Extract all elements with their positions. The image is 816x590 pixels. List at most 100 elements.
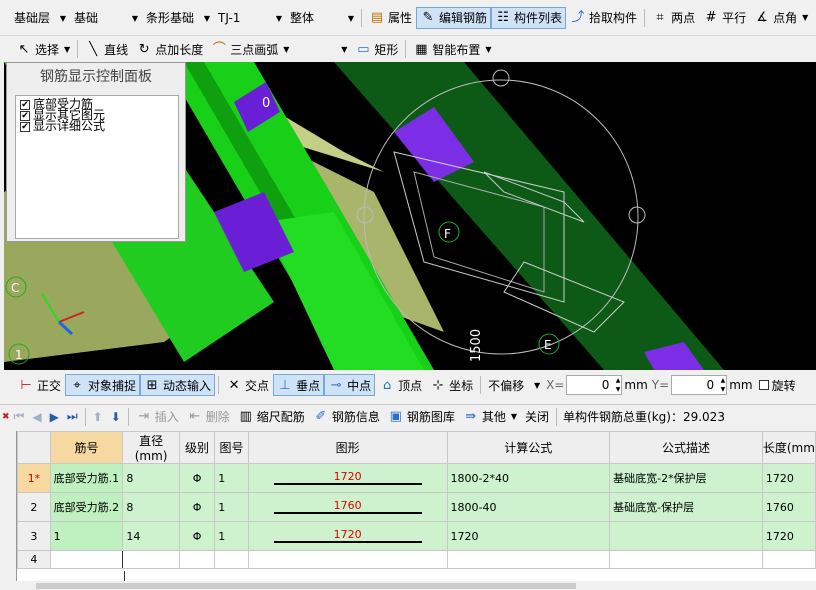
dynamic-input-button[interactable]: ⊞ 动态输入 bbox=[140, 374, 216, 396]
table-row[interactable]: 3 1 14 Φ 1 1720 1720 1720 bbox=[17, 521, 816, 551]
point-length-button[interactable]: ↻ 点加长度 bbox=[132, 38, 207, 60]
cell-name[interactable]: 底部受力筋.2 bbox=[49, 492, 124, 522]
move-up-button[interactable]: ⬆ bbox=[89, 406, 107, 428]
cell-length[interactable]: 1720 bbox=[761, 521, 816, 551]
x-input[interactable]: 0 ▲ ▼ bbox=[566, 375, 623, 395]
point-angle-button[interactable]: ∡ 点角 ▼ bbox=[750, 7, 812, 29]
ortho-button[interactable]: ⊢ 正交 bbox=[14, 374, 65, 396]
cell-length[interactable] bbox=[761, 550, 816, 569]
cell-figure[interactable] bbox=[214, 550, 249, 569]
cell-figure[interactable]: 1 bbox=[214, 521, 249, 551]
table-row[interactable]: 4 bbox=[17, 550, 816, 569]
cell-formula[interactable]: 1800-40 bbox=[446, 492, 611, 522]
coordinate-button[interactable]: ⊹ 坐标 bbox=[426, 374, 477, 396]
object-snap-button[interactable]: ⌖ 对象捕捉 bbox=[65, 374, 141, 396]
scope-select[interactable]: 整体 ▼ bbox=[286, 7, 358, 29]
table-row[interactable]: 1* 底部受力筋.1 8 Φ 1 1720 1800-2*40 基础底宽-2*保… bbox=[17, 463, 816, 493]
horizontal-scrollbar[interactable] bbox=[16, 581, 816, 590]
checkbox-checked-icon[interactable]: ✔ bbox=[20, 121, 30, 132]
spinner-icon[interactable]: ▲ ▼ bbox=[616, 376, 621, 394]
table-row[interactable]: 2 底部受力筋.2 8 Φ 1 1760 1800-40 基础底宽-保护层 17… bbox=[17, 492, 816, 522]
spinner-icon[interactable]: ▲ ▼ bbox=[721, 376, 726, 394]
cell-shape[interactable]: 1760 bbox=[247, 492, 448, 522]
col-header-shape[interactable]: 图形 bbox=[247, 431, 448, 464]
midpoint-button[interactable]: ⊸ 中点 bbox=[324, 374, 376, 396]
prev-record-button[interactable]: ◀ bbox=[28, 406, 45, 428]
cell-shape[interactable]: 1720 bbox=[247, 463, 448, 493]
cell-diameter[interactable] bbox=[122, 550, 180, 569]
cell-figure[interactable]: 1 bbox=[214, 492, 249, 522]
col-header-diameter[interactable]: 直径(mm) bbox=[122, 431, 180, 464]
rotate-checkbox[interactable] bbox=[758, 380, 769, 390]
offset-select[interactable]: 不偏移 ▼ bbox=[484, 374, 544, 396]
cell-desc[interactable] bbox=[609, 521, 763, 551]
other-button[interactable]: ⇛ 其他 ▼ bbox=[459, 406, 521, 428]
line-button[interactable]: ╲ 直线 bbox=[81, 38, 132, 60]
move-down-button[interactable]: ⬇ bbox=[107, 406, 125, 428]
cell-name[interactable]: 1 bbox=[49, 521, 124, 551]
cell-name[interactable] bbox=[49, 550, 124, 569]
arc-button[interactable]: ⌒ 三点画弧 ▼ bbox=[207, 38, 293, 60]
cell-shape[interactable]: 1720 bbox=[247, 521, 448, 551]
rect-button[interactable]: ▭ 矩形 bbox=[351, 38, 402, 60]
col-header-formula[interactable]: 计算公式 bbox=[446, 431, 611, 464]
rebar-library-button[interactable]: ▣ 钢筋图库 bbox=[384, 406, 459, 428]
option-show-formula[interactable]: ✔ 显示详细公式 bbox=[20, 120, 174, 132]
cell-formula[interactable]: 1720 bbox=[446, 521, 611, 551]
vertex-button[interactable]: ⌂ 顶点 bbox=[375, 374, 426, 396]
y-value: 0 bbox=[706, 378, 715, 392]
parallel-button[interactable]: # 平行 bbox=[699, 7, 750, 29]
floor-select[interactable]: 基础层 ▼ bbox=[10, 7, 70, 29]
cell-desc[interactable]: 基础底宽-2*保护层 bbox=[609, 463, 763, 493]
row-number: 3 bbox=[17, 521, 51, 551]
cell-diameter[interactable]: 14 bbox=[122, 521, 180, 551]
first-record-button[interactable]: ⏮ bbox=[10, 406, 29, 428]
edit-rebar-button[interactable]: ✎ 编辑钢筋 bbox=[416, 6, 492, 29]
member-list-button[interactable]: ☷ 构件列表 bbox=[491, 6, 567, 29]
perpendicular-button[interactable]: ⊥ 垂点 bbox=[273, 374, 325, 396]
properties-button[interactable]: ▤ 属性 bbox=[365, 7, 416, 29]
cell-desc[interactable] bbox=[609, 550, 763, 569]
last-record-button[interactable]: ⏭ bbox=[63, 406, 82, 428]
blank-select[interactable]: ▼ bbox=[293, 38, 351, 60]
close-small-icon[interactable]: ✖ bbox=[2, 412, 10, 422]
cell-grade[interactable]: Φ bbox=[178, 521, 216, 551]
two-points-button[interactable]: ⌗ 两点 bbox=[648, 7, 699, 29]
scrollbar-thumb[interactable] bbox=[36, 583, 576, 589]
cell-formula[interactable] bbox=[446, 550, 611, 569]
category-select[interactable]: 基础 ▼ bbox=[70, 7, 142, 29]
cell-grade[interactable]: Φ bbox=[178, 463, 216, 493]
checkbox-checked-icon[interactable]: ✔ bbox=[20, 110, 30, 121]
col-header-desc[interactable]: 公式描述 bbox=[609, 431, 763, 464]
cell-diameter[interactable]: 8 bbox=[122, 463, 180, 493]
cell-grade[interactable]: Φ bbox=[178, 492, 216, 522]
cell-formula[interactable]: 1800-2*40 bbox=[446, 463, 611, 493]
intersect-button[interactable]: ✕ 交点 bbox=[222, 374, 273, 396]
col-header-figure[interactable]: 图号 bbox=[214, 431, 249, 464]
cell-shape[interactable] bbox=[247, 550, 448, 569]
type-select[interactable]: 条形基础 ▼ bbox=[142, 7, 214, 29]
scale-rebar-button[interactable]: ▥ 缩尺配筋 bbox=[234, 406, 309, 428]
select-button[interactable]: ↖ 选择 ▼ bbox=[12, 38, 74, 60]
delete-button[interactable]: ⇤ 删除 bbox=[183, 406, 234, 428]
cell-diameter[interactable]: 8 bbox=[122, 492, 180, 522]
cell-figure[interactable]: 1 bbox=[214, 463, 249, 493]
close-button[interactable]: 关闭 bbox=[521, 406, 553, 428]
col-header-name[interactable]: 筋号 bbox=[49, 431, 124, 464]
cell-desc[interactable]: 基础底宽-保护层 bbox=[609, 492, 763, 522]
rebar-info-button[interactable]: ✐ 钢筋信息 bbox=[309, 406, 384, 428]
pick-member-button[interactable]: ⤴ 拾取构件 bbox=[566, 7, 641, 29]
col-header-grade[interactable]: 级别 bbox=[178, 431, 216, 464]
cell-grade[interactable] bbox=[178, 550, 216, 569]
col-header-length[interactable]: 长度(mm bbox=[761, 431, 816, 464]
cell-name[interactable]: 底部受力筋.1 bbox=[49, 463, 124, 493]
y-input[interactable]: 0 ▲ ▼ bbox=[671, 375, 728, 395]
next-record-button[interactable]: ▶ bbox=[46, 406, 63, 428]
chevron-down-icon: ▼ bbox=[59, 13, 66, 23]
cell-length[interactable]: 1720 bbox=[761, 463, 816, 493]
cell-length[interactable]: 1760 bbox=[761, 492, 816, 522]
smart-layout-button[interactable]: ▦ 智能布置 ▼ bbox=[409, 38, 495, 60]
checkbox-checked-icon[interactable]: ✔ bbox=[20, 99, 30, 110]
insert-button[interactable]: ⇥ 插入 bbox=[132, 406, 183, 428]
member-select[interactable]: TJ-1 ▼ bbox=[214, 7, 286, 29]
